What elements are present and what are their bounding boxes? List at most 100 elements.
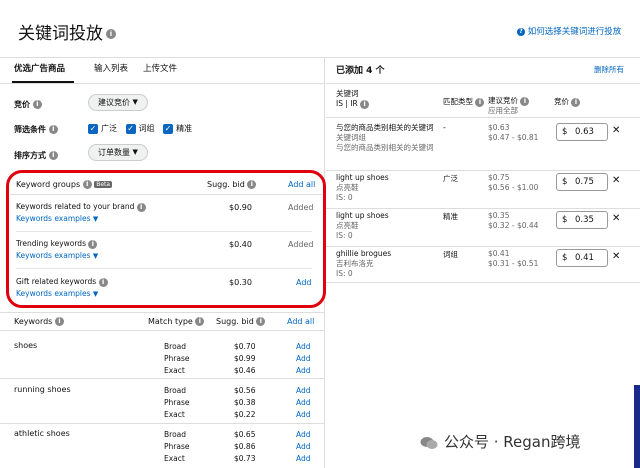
remove-icon[interactable]: ✕ bbox=[612, 125, 620, 136]
tab-enter-list[interactable]: 输入列表 bbox=[94, 62, 128, 74]
sugg-bid-list: $0.65 $0.86 $0.73 bbox=[234, 430, 256, 463]
add-button[interactable]: Add bbox=[296, 341, 311, 353]
tab-suggested[interactable]: 优选广告商品 bbox=[14, 62, 65, 74]
divider bbox=[326, 117, 640, 118]
info-icon[interactable]: i bbox=[360, 99, 370, 109]
keyword-text: running shoes bbox=[14, 385, 71, 394]
keywords-examples-link[interactable]: Keywords examples ▼ bbox=[16, 250, 98, 262]
col-keyword-header: 关键词 IS | IR i bbox=[336, 89, 370, 109]
beta-badge: Beta bbox=[94, 181, 113, 188]
added-sugg-bid: $0.41 $0.31 - $0.51 bbox=[488, 249, 539, 268]
divider bbox=[326, 282, 640, 283]
help-link[interactable]: ? 如何选择关键词进行投放 bbox=[517, 25, 621, 37]
add-buttons: Add Add Add bbox=[296, 429, 311, 465]
info-icon[interactable]: i bbox=[48, 151, 58, 160]
info-icon[interactable]: i bbox=[54, 317, 64, 326]
scrollbar[interactable] bbox=[634, 385, 640, 468]
keyword-group-item: Trending keywords i Keywords examples ▼ bbox=[16, 239, 99, 262]
chevron-down-icon: ▼ bbox=[92, 290, 99, 298]
group-sugg-bid: $0.40 bbox=[229, 240, 252, 249]
add-button[interactable]: Add bbox=[296, 365, 311, 377]
added-sugg-bid: $0.63 $0.47 - $0.81 bbox=[488, 123, 539, 142]
added-match-type: - bbox=[443, 123, 446, 132]
added-match-type: 广泛 bbox=[443, 174, 458, 183]
added-sugg-bid: $0.35 $0.32 - $0.44 bbox=[488, 211, 539, 230]
info-icon[interactable]: i bbox=[106, 29, 116, 39]
checkbox-broad[interactable]: ✓ 广泛 bbox=[88, 123, 117, 134]
keywords-examples-link[interactable]: Keywords examples ▼ bbox=[16, 213, 146, 225]
add-button[interactable]: Add bbox=[296, 453, 311, 465]
groups-add-all-button[interactable]: Add all bbox=[288, 180, 315, 189]
remove-icon[interactable]: ✕ bbox=[612, 251, 620, 262]
divider bbox=[326, 83, 640, 84]
add-button[interactable]: Add bbox=[296, 353, 311, 365]
added-match-type: 精准 bbox=[443, 212, 458, 221]
info-icon[interactable]: i bbox=[520, 96, 530, 106]
apply-all-button[interactable]: 应用全部 bbox=[488, 106, 529, 116]
info-icon[interactable]: i bbox=[98, 277, 108, 287]
divider bbox=[0, 83, 325, 84]
bid-input[interactable]: $ 0.63 bbox=[556, 123, 608, 141]
keyword-group-item: Gift related keywords i Keywords example… bbox=[16, 276, 108, 300]
sugg-bid-list: $0.56 $0.38 $0.22 bbox=[234, 386, 256, 419]
divider bbox=[10, 194, 322, 195]
add-button[interactable]: Add bbox=[296, 385, 311, 397]
delete-all-button[interactable]: 删除所有 bbox=[594, 64, 624, 75]
info-icon[interactable]: i bbox=[475, 97, 485, 107]
add-button[interactable]: Add bbox=[296, 429, 311, 441]
info-icon[interactable]: i bbox=[32, 100, 42, 109]
chevron-down-icon: ▼ bbox=[92, 215, 99, 223]
info-icon[interactable]: i bbox=[256, 317, 266, 326]
check-icon: ✓ bbox=[163, 123, 174, 134]
match-type-list: Broad Phrase Exact bbox=[164, 342, 190, 375]
info-icon[interactable]: i bbox=[88, 239, 98, 249]
keywords-add-all-button[interactable]: Add all bbox=[287, 317, 314, 326]
sort-label: 排序方式 i bbox=[14, 150, 58, 161]
divider bbox=[0, 378, 325, 379]
group-sugg-bid: $0.30 bbox=[229, 278, 252, 287]
info-icon[interactable]: i bbox=[82, 180, 92, 189]
bid-input[interactable]: $ 0.75 bbox=[556, 173, 608, 191]
info-icon[interactable]: i bbox=[48, 125, 58, 134]
keyword-text: athletic shoes bbox=[14, 429, 70, 438]
added-match-type: 词组 bbox=[443, 250, 458, 259]
groups-sugg-bid-header: Sugg. bid i bbox=[207, 180, 257, 189]
remove-icon[interactable]: ✕ bbox=[612, 213, 620, 224]
added-keyword-cell: 与您的商品类别相关的关键词 关键词组 与您的商品类别相关的关键词 bbox=[336, 123, 434, 152]
group-add-button[interactable]: Add bbox=[296, 278, 312, 287]
match-type-list: Broad Phrase Exact bbox=[164, 386, 190, 419]
check-icon: ✓ bbox=[125, 123, 136, 134]
info-icon[interactable]: i bbox=[247, 180, 257, 189]
checkbox-exact[interactable]: ✓ 精准 bbox=[163, 123, 192, 134]
divider bbox=[16, 268, 312, 269]
bid-input[interactable]: $ 0.41 bbox=[556, 249, 608, 267]
sugg-bid-list: $0.70 $0.99 $0.46 bbox=[234, 342, 256, 375]
info-icon[interactable]: i bbox=[136, 202, 146, 212]
checkbox-phrase[interactable]: ✓ 词组 bbox=[125, 123, 155, 134]
sort-dropdown[interactable]: 订单数量 ▼ bbox=[88, 144, 148, 161]
keyword-groups-header: Keyword groups i Beta bbox=[16, 180, 113, 189]
watermark: 公众号 · Regan跨境 bbox=[420, 431, 581, 452]
group-sugg-bid: $0.90 bbox=[229, 203, 252, 212]
info-icon[interactable]: i bbox=[571, 97, 581, 107]
keywords-examples-link[interactable]: Keywords examples ▼ bbox=[16, 288, 108, 300]
add-buttons: Add Add Add bbox=[296, 385, 311, 421]
added-keyword-cell: ghillie brogues 吉利布洛克 IS: 0 bbox=[336, 249, 392, 278]
divider bbox=[326, 246, 640, 247]
add-button[interactable]: Add bbox=[296, 441, 311, 453]
info-icon[interactable]: i bbox=[195, 317, 205, 326]
add-button[interactable]: Add bbox=[296, 409, 311, 421]
bid-input[interactable]: $ 0.35 bbox=[556, 211, 608, 229]
group-status-added: Added bbox=[288, 203, 314, 212]
group-status-added: Added bbox=[288, 240, 314, 249]
sugg-bid-header: Sugg. bid i bbox=[216, 317, 266, 326]
keyword-text: shoes bbox=[14, 341, 38, 350]
remove-icon[interactable]: ✕ bbox=[612, 175, 620, 186]
added-sugg-bid: $0.75 $0.56 - $1.00 bbox=[488, 173, 539, 192]
tab-upload-file[interactable]: 上传文件 bbox=[143, 62, 177, 74]
bid-dropdown[interactable]: 建议竞价 ▼ bbox=[88, 94, 148, 111]
divider bbox=[326, 170, 640, 171]
divider bbox=[0, 312, 325, 313]
col-match-header: 匹配类型 i bbox=[443, 96, 485, 107]
add-button[interactable]: Add bbox=[296, 397, 311, 409]
